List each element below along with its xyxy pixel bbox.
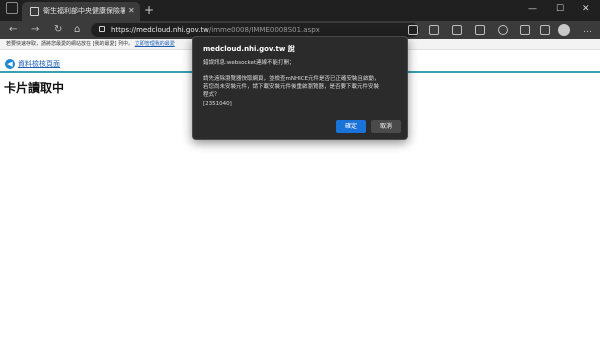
refresh-button[interactable]: ↻ xyxy=(54,23,62,37)
forward-button[interactable]: → xyxy=(31,23,39,37)
back-arrow-icon: ◀ xyxy=(5,59,15,69)
url-host: https://medcloud.nhi.gov.tw xyxy=(111,26,209,34)
page-heading: 卡片讀取中 xyxy=(4,81,65,95)
alert-dialog: medcloud.nhi.gov.tw 說 錯誤訊息:websocket連線不能… xyxy=(192,36,408,140)
close-window-button[interactable]: ✕ xyxy=(582,3,590,15)
home-button[interactable]: ⌂ xyxy=(74,23,80,37)
favorite-star-icon[interactable] xyxy=(429,25,439,35)
data-check-page-label[interactable]: 資料檢核頁面 xyxy=(18,59,60,70)
url-path: /imme0008/IMME0008S01.aspx xyxy=(208,26,320,34)
dialog-message-line: [2351040] xyxy=(203,101,232,107)
cancel-button[interactable]: 取消 xyxy=(371,120,401,133)
ok-button[interactable]: 確定 xyxy=(336,120,366,133)
dialog-message-line: 若您尚未安裝元件，請下載安裝元件後重啟瀏覽器，是否要下載元件安裝 xyxy=(203,84,380,90)
profile-icon[interactable] xyxy=(558,24,570,36)
browser-titlebar: 衛生福利部中央健康保險署 ✕ + — ☐ ✕ xyxy=(0,0,600,21)
new-tab-button[interactable]: + xyxy=(144,3,154,17)
dialog-message-line: 程式？ xyxy=(203,92,220,98)
split-screen-icon[interactable] xyxy=(452,25,462,35)
collections-icon[interactable] xyxy=(520,25,530,35)
manage-favorites-link[interactable]: 立即管理我的最愛 xyxy=(135,41,175,47)
minimize-button[interactable]: — xyxy=(528,3,537,15)
tab-title: 衛生福利部中央健康保險署 xyxy=(43,7,125,15)
maximize-button[interactable]: ☐ xyxy=(556,3,564,15)
dialog-message-line: 請先遠除瀏覽器快取網頁，並檢查mNHICE元件是否已正確安裝且啟動， xyxy=(203,76,380,82)
more-icon[interactable]: … xyxy=(583,23,592,37)
tab-favicon-icon xyxy=(30,7,39,16)
address-bar[interactable]: https://medcloud.nhi.gov.tw/imme0008/IMM… xyxy=(91,23,419,37)
dialog-title: medcloud.nhi.gov.tw 說 xyxy=(203,45,295,53)
dialog-message-line: 錯誤訊息:websocket連線不能打開； xyxy=(203,60,295,66)
tab-actions-icon[interactable] xyxy=(6,2,18,14)
favorites-bar-message: 若要快速存取，請將您最愛的網站放在 [我的最愛] 列中。 xyxy=(6,41,134,47)
lock-icon[interactable] xyxy=(99,26,105,32)
history-icon[interactable] xyxy=(498,25,508,35)
read-aloud-icon[interactable] xyxy=(408,25,418,35)
favorites-icon[interactable] xyxy=(475,25,485,35)
back-button[interactable]: ← xyxy=(9,23,17,37)
favorites-bar-text: 若要快速存取，請將您最愛的網站放在 [我的最愛] 列中。 立即管理我的最愛 xyxy=(6,40,175,48)
tab-close-icon[interactable]: ✕ xyxy=(128,6,135,16)
extensions-icon[interactable] xyxy=(540,25,550,35)
browser-tab[interactable]: 衛生福利部中央健康保險署 ✕ xyxy=(22,2,140,21)
address-url: https://medcloud.nhi.gov.tw/imme0008/IMM… xyxy=(111,24,320,36)
